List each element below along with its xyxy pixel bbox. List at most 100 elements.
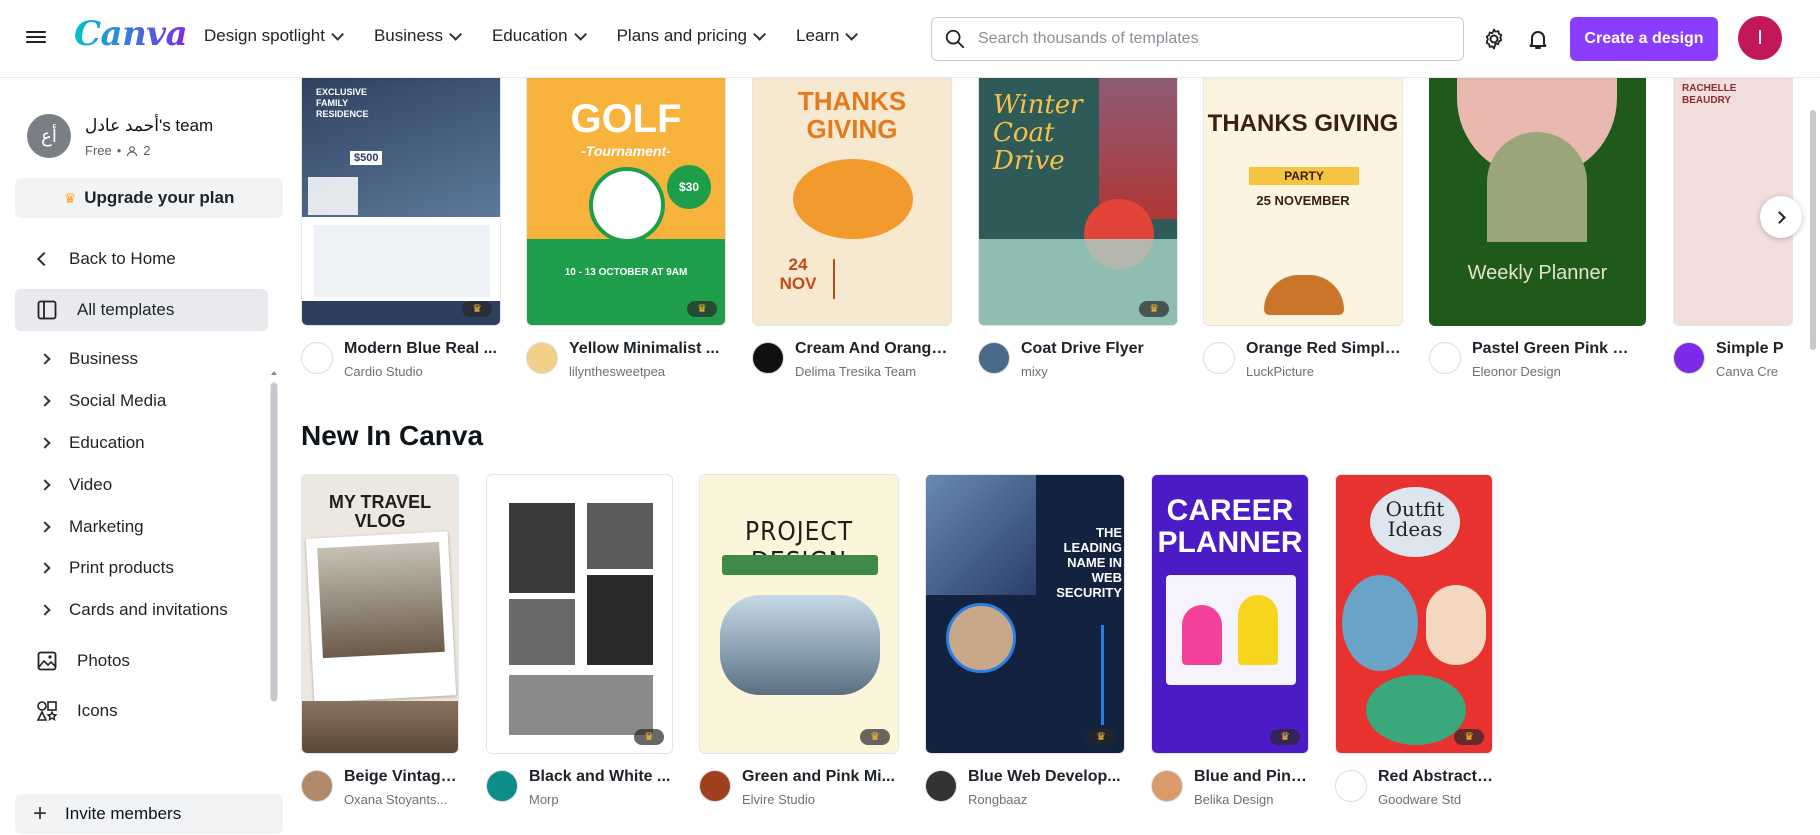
- event-date: 24 NOV: [779, 255, 817, 293]
- template-thumbnail[interactable]: CAREER PLANNER ♛: [1151, 474, 1309, 754]
- search-input[interactable]: [978, 30, 1448, 48]
- chevron-down-icon: [449, 27, 462, 41]
- travel-photo: [317, 541, 445, 659]
- creator-avatar: [1151, 770, 1183, 802]
- card-title: Cream And Orange...: [795, 340, 950, 357]
- template-thumbnail[interactable]: THE LEADING NAME IN WEB SECURITY ♛: [925, 474, 1125, 754]
- sidebar-item-icons[interactable]: Icons: [15, 690, 268, 732]
- card-creator: Goodware Std: [1378, 792, 1462, 807]
- template-thumbnail[interactable]: EXCLUSIVE FAMILY RESIDENCE $500 ♛: [301, 78, 501, 326]
- bell-icon[interactable]: [1526, 27, 1550, 51]
- nav-plans-pricing[interactable]: Plans and pricing: [616, 26, 766, 46]
- template-thumbnail[interactable]: Weekly Planner: [1429, 78, 1646, 326]
- scroll-up-icon[interactable]: [268, 368, 280, 378]
- top-bar: Canva Design spotlight Business Educatio…: [0, 0, 1820, 78]
- back-to-home-link[interactable]: Back to Home: [15, 238, 268, 280]
- sidebar-item-photos[interactable]: Photos: [15, 640, 268, 682]
- template-thumbnail[interactable]: PROJECT DESIGN ♛: [699, 474, 899, 754]
- photo-circle: [1366, 675, 1466, 745]
- sidebar-item-video[interactable]: Video: [15, 464, 268, 506]
- chevron-down-icon: [845, 27, 859, 41]
- invite-label: Invite members: [65, 804, 182, 823]
- create-design-button[interactable]: Create a design: [1570, 17, 1718, 61]
- creator-avatar: [699, 770, 731, 802]
- thumb-heading: RACHELLE BEAUDRY: [1682, 83, 1737, 106]
- template-thumbnail[interactable]: Outfit Ideas ♛: [1335, 474, 1493, 754]
- creator-avatar: [925, 770, 957, 802]
- arch-inner: [1487, 132, 1587, 242]
- sidebar-item-social-media[interactable]: Social Media: [15, 380, 268, 422]
- thumb-heading: THE LEADING NAME IN WEB SECURITY: [1056, 525, 1122, 600]
- sidebar-item-label: Video: [69, 475, 113, 494]
- nav-learn[interactable]: Learn: [796, 26, 859, 46]
- sidebar-scrollbar[interactable]: [268, 368, 280, 835]
- template-thumbnail[interactable]: GOLF -Tournament- $30 10 - 13 OCTOBER AT…: [526, 78, 726, 326]
- separator-dot: •: [116, 143, 122, 158]
- plus-icon: +: [33, 800, 48, 827]
- sidebar-item-education[interactable]: Education: [15, 422, 268, 464]
- card-meta: Orange Red Simple... LuckPicture: [1203, 340, 1403, 379]
- card-creator: Elvire Studio: [742, 792, 815, 807]
- card-title: Orange Red Simple...: [1246, 340, 1401, 357]
- carousel-next-button[interactable]: [1760, 196, 1802, 238]
- sidebar-item-label: Cards and invitations: [69, 600, 228, 619]
- scrollbar-thumb[interactable]: [270, 382, 278, 702]
- card-meta: Yellow Minimalist ... lilynthesweetpea: [526, 340, 726, 379]
- member-count: 2: [143, 143, 151, 158]
- turkey-shape: [1264, 275, 1344, 315]
- thumb-heading: Winter Coat Drive: [993, 90, 1083, 176]
- card-title: Coat Drive Flyer: [1021, 340, 1144, 357]
- city-photo: [720, 595, 880, 695]
- card-title: Green and Pink Mi...: [742, 768, 895, 785]
- chevron-right-icon: [39, 353, 51, 365]
- canva-logo[interactable]: Canva: [74, 14, 188, 54]
- user-avatar[interactable]: I: [1738, 16, 1782, 60]
- sidebar-item-business[interactable]: Business: [15, 338, 268, 380]
- sidebar-item-print-products[interactable]: Print products: [15, 547, 268, 589]
- sidebar-item-all-templates[interactable]: All templates: [15, 289, 268, 331]
- team-name: أحمد عادل's team: [85, 116, 214, 135]
- card-meta: Coat Drive Flyer mixy: [978, 340, 1178, 379]
- page-scrollbar-thumb[interactable]: [1810, 110, 1816, 350]
- menu-icon[interactable]: [26, 28, 46, 48]
- creator-avatar: [752, 342, 784, 374]
- template-thumbnail[interactable]: Winter Coat Drive ♛: [978, 78, 1178, 326]
- card-meta: Black and White ... Morp: [486, 768, 673, 807]
- plan-label: Free: [85, 143, 112, 158]
- thumb-heading: MY TRAVEL VLOG: [328, 492, 432, 531]
- nav-label: Plans and pricing: [616, 26, 747, 45]
- template-thumbnail[interactable]: ♛: [486, 474, 673, 754]
- sidebar-item-label: All templates: [77, 300, 175, 319]
- chevron-right-icon: [39, 604, 51, 616]
- templates-icon: [35, 300, 59, 320]
- sidebar-item-cards-invitations[interactable]: Cards and invitations: [15, 589, 268, 631]
- property-details: [314, 225, 490, 297]
- upgrade-plan-button[interactable]: ♛ Upgrade your plan: [15, 178, 283, 218]
- template-thumbnail[interactable]: THANKS GIVING PARTY 25 NOVEMBER: [1203, 78, 1403, 326]
- premium-crown-icon: ♛: [1086, 729, 1116, 745]
- template-thumbnail[interactable]: MY TRAVEL VLOG: [301, 474, 459, 754]
- photo-icon: [35, 651, 59, 671]
- nav-design-spotlight[interactable]: Design spotlight: [204, 26, 344, 46]
- creator-avatar: [1673, 342, 1705, 374]
- thumb-subheading: -Tournament-: [581, 143, 671, 159]
- invite-members-button[interactable]: + Invite members: [15, 794, 283, 834]
- nav-label: Learn: [796, 26, 840, 45]
- team-switcher[interactable]: أع أحمد عادل's team Free • 2: [27, 114, 213, 158]
- photo-circle: [1426, 585, 1486, 665]
- nav-business[interactable]: Business: [374, 26, 462, 46]
- premium-crown-icon: ♛: [860, 729, 890, 745]
- sidebar-item-marketing[interactable]: Marketing: [15, 506, 268, 548]
- card-creator: LuckPicture: [1246, 364, 1314, 379]
- page-scrollbar[interactable]: [1808, 80, 1818, 380]
- card-meta: Cream And Orange... Delima Tresika Team: [752, 340, 952, 379]
- chevron-right-icon: [1773, 210, 1786, 224]
- event-date: 10 - 13 OCTOBER AT 9AM: [564, 267, 688, 278]
- photo-tile: [587, 575, 653, 665]
- golf-ball: [589, 167, 665, 243]
- template-thumbnail[interactable]: THANKS GIVING 24 NOV: [752, 78, 952, 326]
- chevron-right-icon: [39, 395, 51, 407]
- house-shape: [308, 177, 358, 215]
- gear-icon[interactable]: [1482, 27, 1506, 51]
- nav-education[interactable]: Education: [492, 26, 587, 46]
